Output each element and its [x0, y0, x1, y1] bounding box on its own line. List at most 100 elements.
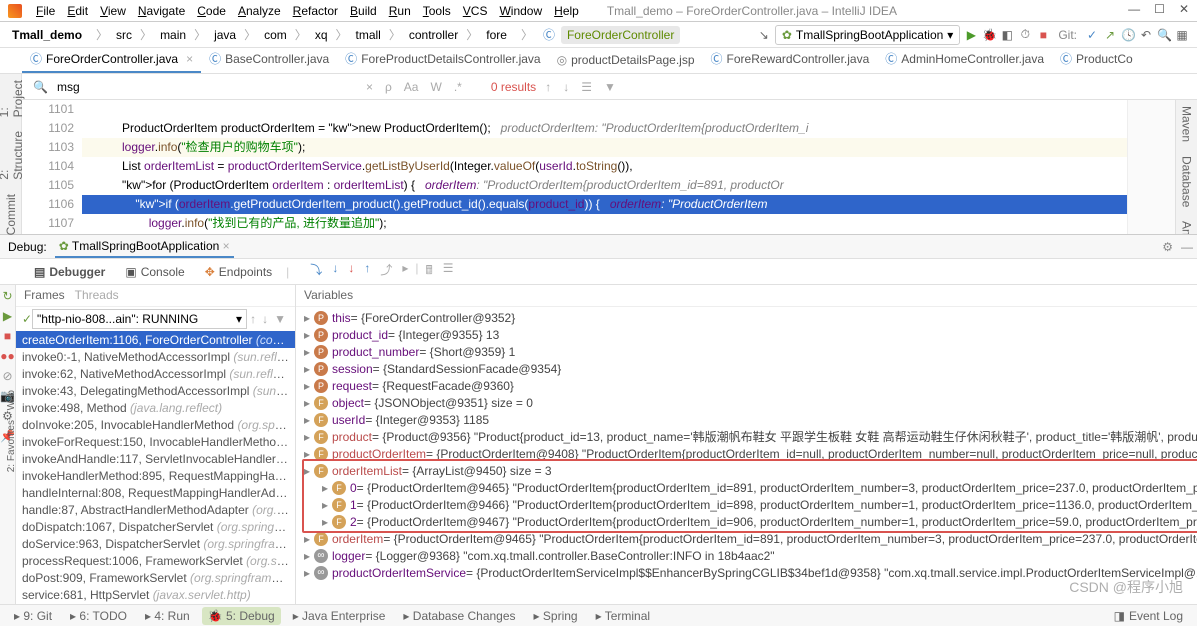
prev-icon[interactable]: ↑ — [542, 80, 554, 94]
case-icon[interactable]: Aa — [401, 80, 422, 94]
menu-edit[interactable]: Edit — [61, 2, 94, 20]
menu-view[interactable]: View — [94, 2, 132, 20]
variable-row[interactable]: ▸FuserId = {Integer@9353} 1185 — [296, 411, 1197, 428]
editor-tab[interactable]: ⒸForeOrderController.java× — [22, 48, 201, 73]
status-tab[interactable]: ▸ 4: Run — [139, 607, 196, 625]
menu-analyze[interactable]: Analyze — [232, 2, 287, 20]
status-tab[interactable]: ▸ 9: Git — [8, 607, 58, 625]
regex2-icon[interactable]: .* — [451, 80, 465, 94]
frame-item[interactable]: doDispatch:1067, DispatcherServlet (org.… — [16, 518, 295, 535]
breadcrumb-part[interactable]: fore — [482, 26, 511, 44]
frame-item[interactable]: handle:87, AbstractHandlerMethodAdapter … — [16, 501, 295, 518]
variable-row[interactable]: ▸Pproduct_number = {Short@9359} 1 — [296, 343, 1197, 360]
maximize-icon[interactable]: ☐ — [1154, 2, 1165, 16]
variable-row[interactable]: ▸ForderItemList = {ArrayList@9450} size … — [296, 462, 1197, 479]
variable-row[interactable]: ▸Pproduct_id = {Integer@9355} 13 — [296, 326, 1197, 343]
step-into-icon[interactable]: ↓ — [329, 261, 341, 282]
breadcrumb-part[interactable]: tmall — [352, 26, 385, 44]
force-step-into-icon[interactable]: ↓ — [345, 261, 357, 282]
frame-item[interactable]: doInvoke:205, InvocableHandlerMethod (or… — [16, 416, 295, 433]
variable-row[interactable]: ▸Fproduct = {Product@9356} "Product{prod… — [296, 428, 1197, 445]
search-icon[interactable]: 🔍 — [1157, 28, 1171, 42]
evaluate-icon[interactable]: 🖩 — [422, 261, 435, 282]
tab-debugger[interactable]: ▤ Debugger — [28, 262, 111, 282]
tab-endpoints[interactable]: ✥ Endpoints — [199, 262, 278, 282]
tool-tab[interactable]: Web — [6, 390, 17, 410]
stop-icon[interactable]: ■ — [4, 329, 11, 343]
frame-item[interactable]: invoke:62, NativeMethodAccessorImpl (sun… — [16, 365, 295, 382]
frame-item[interactable]: handleInternal:808, RequestMappingHandle… — [16, 484, 295, 501]
menu-code[interactable]: Code — [191, 2, 232, 20]
menu-vcs[interactable]: VCS — [457, 2, 494, 20]
editor-tab[interactable]: ⒸBaseController.java — [201, 48, 337, 73]
code-editor[interactable]: 1101110211031104110511061107 ProductOrde… — [22, 100, 1197, 234]
frame-item[interactable]: invokeAndHandle:117, ServletInvocableHan… — [16, 450, 295, 467]
frame-item[interactable]: doPost:909, FrameworkServlet (org.spring… — [16, 569, 295, 586]
variable-row[interactable]: ▸Prequest = {RequestFacade@9360} — [296, 377, 1197, 394]
gear-icon[interactable]: ⚙ — [1162, 240, 1173, 254]
menu-navigate[interactable]: Navigate — [132, 2, 191, 20]
frame-item[interactable]: invoke:498, Method (java.lang.reflect) — [16, 399, 295, 416]
breadcrumb-current[interactable]: ForeOrderController — [561, 26, 680, 44]
git-update-icon[interactable]: ✓ — [1085, 28, 1099, 42]
editor-tab[interactable]: ⒸForeRewardController.java — [703, 48, 878, 73]
git-history-icon[interactable]: 🕓 — [1121, 28, 1135, 42]
tool-tab[interactable]: 2: Favorites — [6, 420, 17, 472]
editor-tab[interactable]: ◎productDetailsPage.jsp — [549, 49, 703, 73]
event-log-tab[interactable]: ◨ Event Log — [1108, 607, 1189, 625]
tool-tab[interactable]: Maven — [1178, 104, 1196, 144]
tool-tab[interactable]: Ant — [1178, 219, 1196, 234]
words-icon[interactable]: W — [427, 80, 444, 94]
status-tab[interactable]: ▸ 6: TODO — [64, 607, 133, 625]
menu-window[interactable]: Window — [493, 2, 548, 20]
editor-tab[interactable]: ⒸAdminHomeController.java — [877, 48, 1052, 73]
step-icon[interactable]: ↘ — [757, 28, 771, 42]
regex-icon[interactable]: ρ — [382, 80, 395, 94]
menu-file[interactable]: File — [30, 2, 61, 20]
frame-item[interactable]: invoke0:-1, NativeMethodAccessorImpl (su… — [16, 348, 295, 365]
search-input[interactable] — [57, 80, 357, 94]
filter-frame-icon[interactable]: ▼ — [271, 312, 289, 326]
hide-icon[interactable]: — — [1181, 240, 1193, 254]
rerun-icon[interactable]: ↻ — [2, 289, 12, 303]
variable-row[interactable]: ▸F0 = {ProductOrderItem@9465} "ProductOr… — [296, 479, 1197, 496]
menu-help[interactable]: Help — [548, 2, 585, 20]
variable-row[interactable]: ▸ForderItem = {ProductOrderItem@9465} "P… — [296, 530, 1197, 547]
git-push-icon[interactable]: ↗ — [1103, 28, 1117, 42]
stop-icon[interactable]: ■ — [1036, 28, 1050, 42]
frame-item[interactable]: service:883, FrameworkServlet (org.sprin… — [16, 603, 295, 604]
frame-item[interactable]: doService:963, DispatcherServlet (org.sp… — [16, 535, 295, 552]
status-tab[interactable]: 🐞 5: Debug — [202, 607, 281, 625]
breadcrumb-part[interactable]: java — [210, 26, 240, 44]
variable-row[interactable]: ▸F1 = {ProductOrderItem@9466} "ProductOr… — [296, 496, 1197, 513]
project-name[interactable]: Tmall_demo — [8, 26, 86, 44]
tool-tab[interactable]: Commit — [2, 192, 20, 237]
next-frame-icon[interactable]: ↓ — [259, 312, 271, 326]
variable-row[interactable]: ▸Pthis = {ForeOrderController@9352} — [296, 309, 1197, 326]
git-rollback-icon[interactable]: ↶ — [1139, 28, 1153, 42]
status-tab[interactable]: ▸ Java Enterprise — [287, 607, 392, 625]
variable-row[interactable]: ▸FproductOrderItem = {ProductOrderItem@9… — [296, 445, 1197, 462]
status-tab[interactable]: ▸ Spring — [528, 607, 584, 625]
step-out-icon[interactable]: ↑ — [361, 261, 373, 282]
debug-session-tab[interactable]: ✿ TmallSpringBootApplication × — [55, 236, 234, 258]
next-icon[interactable]: ↓ — [560, 80, 572, 94]
clear-icon[interactable]: × — [363, 80, 376, 94]
editor-tab[interactable]: ⒸProductCo — [1052, 48, 1141, 73]
menu-run[interactable]: Run — [383, 2, 417, 20]
status-tab[interactable]: ▸ Terminal — [590, 607, 657, 625]
frame-item[interactable]: createOrderItem:1106, ForeOrderControlle… — [16, 331, 295, 348]
frame-item[interactable]: invokeHandlerMethod:895, RequestMappingH… — [16, 467, 295, 484]
menu-tools[interactable]: Tools — [417, 2, 457, 20]
menu-refactor[interactable]: Refactor — [287, 2, 344, 20]
drop-frame-icon[interactable]: ⤴ — [377, 261, 395, 282]
breakpoints-icon[interactable]: ●● — [0, 349, 15, 363]
variable-row[interactable]: ▸Psession = {StandardSessionFacade@9354} — [296, 360, 1197, 377]
menu-build[interactable]: Build — [344, 2, 383, 20]
profile-icon[interactable]: ⏱ — [1018, 27, 1032, 42]
coverage-icon[interactable]: ◧ — [1000, 28, 1014, 42]
sel-all-icon[interactable]: ☰ — [578, 80, 595, 94]
frame-item[interactable]: processRequest:1006, FrameworkServlet (o… — [16, 552, 295, 569]
filter-icon[interactable]: ▼ — [601, 80, 619, 94]
mute-bp-icon[interactable]: ⊘ — [2, 369, 12, 383]
